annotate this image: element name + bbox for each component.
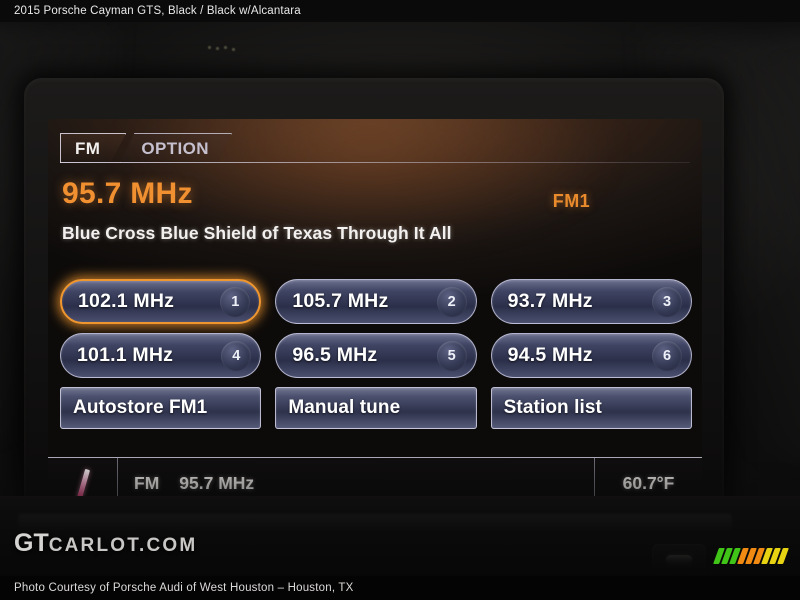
- preset-grid: 102.1 MHz 1 105.7 MHz 2 93.7 MHz 3 101.1…: [60, 279, 692, 378]
- preset-button-4[interactable]: 101.1 MHz 4: [60, 333, 262, 378]
- photo-credit-text: Photo Courtesy of Porsche Audi of West H…: [14, 582, 354, 594]
- vehicle-title-text: 2015 Porsche Cayman GTS, Black / Black w…: [14, 5, 301, 17]
- preset-number-4: 4: [221, 340, 252, 371]
- station-list-label: Station list: [503, 397, 602, 418]
- dashboard-photo: FM OPTION 95.7 MHz FM1 Blue Cross Blue S…: [0, 22, 800, 600]
- manual-tune-button[interactable]: Manual tune: [275, 387, 477, 429]
- preset-number-1: 1: [220, 286, 251, 317]
- station-list-button[interactable]: Station list: [490, 387, 692, 429]
- manual-tune-label: Manual tune: [288, 397, 401, 418]
- preset-number-2: 2: [436, 286, 467, 317]
- watermark-suffix: CARLOT.COM: [48, 535, 198, 556]
- tab-bar: FM OPTION: [60, 129, 232, 163]
- preset-label-4: 101.1 MHz: [77, 344, 174, 366]
- autostore-label: Autostore FM1: [73, 397, 208, 418]
- tab-fm[interactable]: FM: [60, 133, 126, 163]
- preset-label-2: 105.7 MHz: [292, 290, 389, 312]
- tab-option[interactable]: OPTION: [120, 133, 232, 163]
- reflection-speck: [208, 46, 211, 49]
- preset-button-1[interactable]: 102.1 MHz 1: [60, 279, 262, 324]
- preset-number-3: 3: [651, 286, 682, 317]
- watermark-stripes: [713, 548, 789, 564]
- preset-label-1: 102.1 MHz: [78, 290, 175, 312]
- preset-button-5[interactable]: 96.5 MHz 5: [275, 333, 477, 378]
- watermark-prefix: GT: [14, 529, 49, 557]
- preset-label-6: 94.5 MHz: [507, 344, 593, 366]
- preset-button-6[interactable]: 94.5 MHz 6: [490, 333, 692, 378]
- tab-option-label: OPTION: [141, 138, 209, 158]
- tab-fm-label: FM: [75, 138, 101, 158]
- reflection-speck: [232, 48, 235, 51]
- preset-button-2[interactable]: 105.7 MHz 2: [275, 279, 477, 324]
- preset-label-5: 96.5 MHz: [292, 344, 378, 366]
- vehicle-title-banner: 2015 Porsche Cayman GTS, Black / Black w…: [0, 0, 800, 22]
- rds-station-text: Blue Cross Blue Shield of Texas Through …: [62, 223, 452, 243]
- band-memory-indicator: FM1: [552, 191, 590, 211]
- preset-number-6: 6: [651, 340, 682, 371]
- preset-label-3: 93.7 MHz: [507, 290, 593, 312]
- preset-button-3[interactable]: 93.7 MHz 3: [490, 279, 692, 324]
- site-watermark: GT CARLOT.COM: [14, 529, 197, 558]
- reflection-speck: [224, 46, 227, 49]
- reflection-speck: [216, 47, 219, 50]
- current-frequency: 95.7 MHz: [62, 177, 193, 210]
- tab-bar-underline: [60, 162, 690, 164]
- autostore-button[interactable]: Autostore FM1: [60, 387, 262, 429]
- preset-number-5: 5: [436, 340, 467, 371]
- action-button-row: Autostore FM1 Manual tune Station list: [60, 387, 692, 429]
- photo-credit-bar: Photo Courtesy of Porsche Audi of West H…: [0, 576, 800, 600]
